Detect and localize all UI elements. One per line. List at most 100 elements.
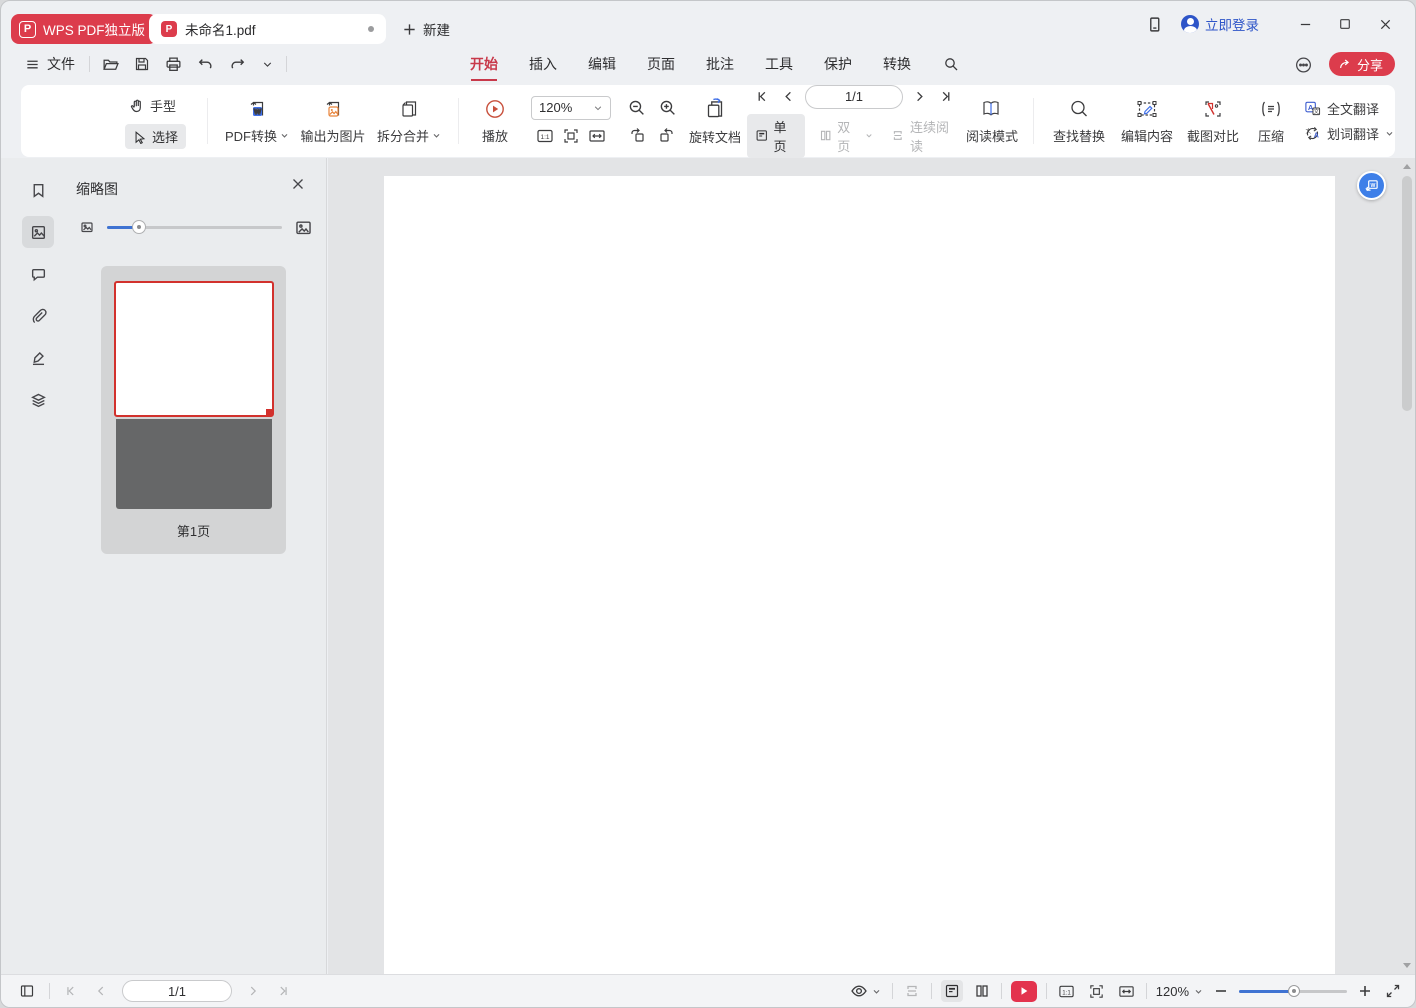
find-replace-label: 查找替换 [1053, 126, 1105, 145]
zoom-level-select-status[interactable]: 120% [1156, 984, 1203, 999]
app-brand-button[interactable]: P WPS PDF独立版 [11, 14, 157, 44]
fit-width-button[interactable] [586, 125, 608, 147]
document-tab[interactable]: P 未命名1.pdf [149, 14, 386, 44]
minimize-button[interactable] [1285, 9, 1325, 39]
single-page-mode-button[interactable]: 单页 [747, 114, 805, 158]
zoom-out-button-status[interactable] [1212, 982, 1230, 1000]
divider [458, 98, 459, 144]
next-page-button-status[interactable] [244, 982, 262, 1000]
single-page-icon [755, 128, 768, 143]
login-button[interactable]: 立即登录 [1181, 14, 1259, 34]
login-label: 立即登录 [1205, 14, 1259, 34]
print-button[interactable] [163, 54, 184, 75]
compress-button[interactable]: 压缩 [1246, 97, 1296, 145]
panel-close-button[interactable] [291, 177, 305, 191]
more-actions-button[interactable] [259, 56, 276, 73]
select-tool-button[interactable]: 选择 [125, 124, 186, 149]
single-page-button-status[interactable] [941, 980, 963, 1002]
actual-size-button[interactable]: 1:1 [534, 125, 556, 147]
double-page-button-status[interactable] [972, 981, 992, 1001]
rotate-left-button[interactable] [626, 124, 648, 146]
screenshot-compare-button[interactable]: 截图对比 [1180, 97, 1246, 145]
first-page-button-status[interactable] [62, 982, 80, 1000]
fit-page-button[interactable] [560, 125, 582, 147]
slider-track[interactable] [107, 226, 282, 229]
file-menu-button[interactable]: 文件 [21, 54, 79, 74]
full-translate-button[interactable]: A文 全文翻译 [1304, 99, 1379, 118]
tab-edit[interactable]: 编辑 [587, 48, 617, 80]
slider-thumb[interactable] [132, 220, 146, 234]
tab-home[interactable]: 开始 [469, 48, 499, 80]
page-thumbnail-item[interactable]: 第1页 [101, 266, 286, 554]
signature-rail-button[interactable] [22, 342, 54, 374]
pdf-convert-button[interactable]: W PDF转换 [218, 97, 296, 145]
skin-settings-button[interactable] [1292, 53, 1315, 76]
open-file-button[interactable] [100, 54, 121, 75]
save-button[interactable] [132, 54, 152, 74]
maximize-button[interactable] [1325, 9, 1365, 39]
vertical-scrollbar[interactable] [1400, 158, 1414, 974]
thumbnails-rail-button[interactable] [22, 216, 54, 248]
page-number-input[interactable] [805, 85, 903, 109]
undo-button[interactable] [195, 54, 216, 75]
find-replace-button[interactable]: 查找替换 [1044, 97, 1114, 145]
redo-button[interactable] [227, 54, 248, 75]
export-image-label: 输出为图片 [300, 126, 365, 145]
rotate-right-button[interactable] [656, 124, 678, 146]
rotate-document-button[interactable]: 旋转文档 [683, 96, 747, 146]
tab-convert[interactable]: 转换 [882, 48, 912, 80]
zoom-slider-thumb[interactable] [1288, 985, 1300, 997]
double-page-mode-button[interactable]: 双页 [815, 114, 878, 158]
comments-rail-button[interactable] [22, 258, 54, 290]
ribbon-search-button[interactable] [941, 54, 961, 74]
new-tab-button[interactable]: 新建 [396, 14, 456, 44]
close-button[interactable] [1365, 9, 1405, 39]
fullscreen-button[interactable] [1383, 981, 1403, 1001]
actual-size-button-status[interactable]: 1:1 [1056, 981, 1077, 1002]
hand-tool-button[interactable]: 手型 [125, 93, 180, 118]
fit-width-button-status[interactable] [1116, 981, 1137, 1002]
zoom-slider[interactable] [1239, 990, 1347, 993]
slideshow-play-button[interactable] [1011, 981, 1037, 1002]
word-translate-button[interactable]: A文 划词翻译 [1304, 124, 1394, 143]
tab-insert[interactable]: 插入 [528, 48, 558, 80]
scroll-down-icon[interactable] [1403, 963, 1411, 968]
pdf-page[interactable] [384, 176, 1335, 974]
tab-protect[interactable]: 保护 [823, 48, 853, 80]
document-area[interactable]: W [328, 158, 1415, 974]
continuous-read-button[interactable]: 连续阅读 [887, 114, 961, 158]
prev-page-button[interactable] [779, 87, 798, 106]
tab-annotate[interactable]: 批注 [705, 48, 735, 80]
next-page-button[interactable] [910, 87, 929, 106]
zoom-level-select[interactable]: 120% [531, 96, 611, 120]
last-page-button[interactable] [936, 87, 955, 106]
visible-area-rect[interactable] [114, 281, 274, 417]
zoom-out-button[interactable] [625, 96, 648, 119]
convert-to-word-floating-button[interactable]: W [1357, 171, 1386, 200]
tab-tools[interactable]: 工具 [764, 48, 794, 80]
continuous-read-button-status[interactable] [902, 981, 922, 1001]
prev-page-button-status[interactable] [92, 982, 110, 1000]
export-image-button[interactable]: 输出为图片 [296, 97, 370, 145]
first-page-button[interactable] [753, 87, 772, 106]
zoom-in-button[interactable] [656, 96, 679, 119]
view-mode-button[interactable] [848, 980, 883, 1002]
bookmarks-rail-button[interactable] [22, 174, 54, 206]
page-number-input-status[interactable] [122, 980, 232, 1002]
last-page-button-status[interactable] [274, 982, 292, 1000]
edit-content-button[interactable]: 编辑内容 [1114, 97, 1180, 145]
play-button[interactable]: 播放 [469, 97, 521, 145]
read-mode-button[interactable]: 阅读模式 [961, 97, 1023, 145]
scrollbar-thumb[interactable] [1402, 176, 1412, 411]
fit-page-button-status[interactable] [1086, 981, 1107, 1002]
toggle-sidebar-button[interactable] [17, 981, 37, 1001]
share-button[interactable]: 分享 [1329, 52, 1395, 76]
scroll-up-icon[interactable] [1403, 164, 1411, 169]
mobile-device-icon[interactable] [1144, 14, 1165, 35]
attachments-rail-button[interactable] [22, 300, 54, 332]
tab-page[interactable]: 页面 [646, 48, 676, 80]
layers-rail-button[interactable] [22, 384, 54, 416]
visible-area-handle[interactable] [266, 409, 273, 416]
zoom-in-button-status[interactable] [1356, 982, 1374, 1000]
split-merge-button[interactable]: 拆分合并 [370, 97, 448, 145]
